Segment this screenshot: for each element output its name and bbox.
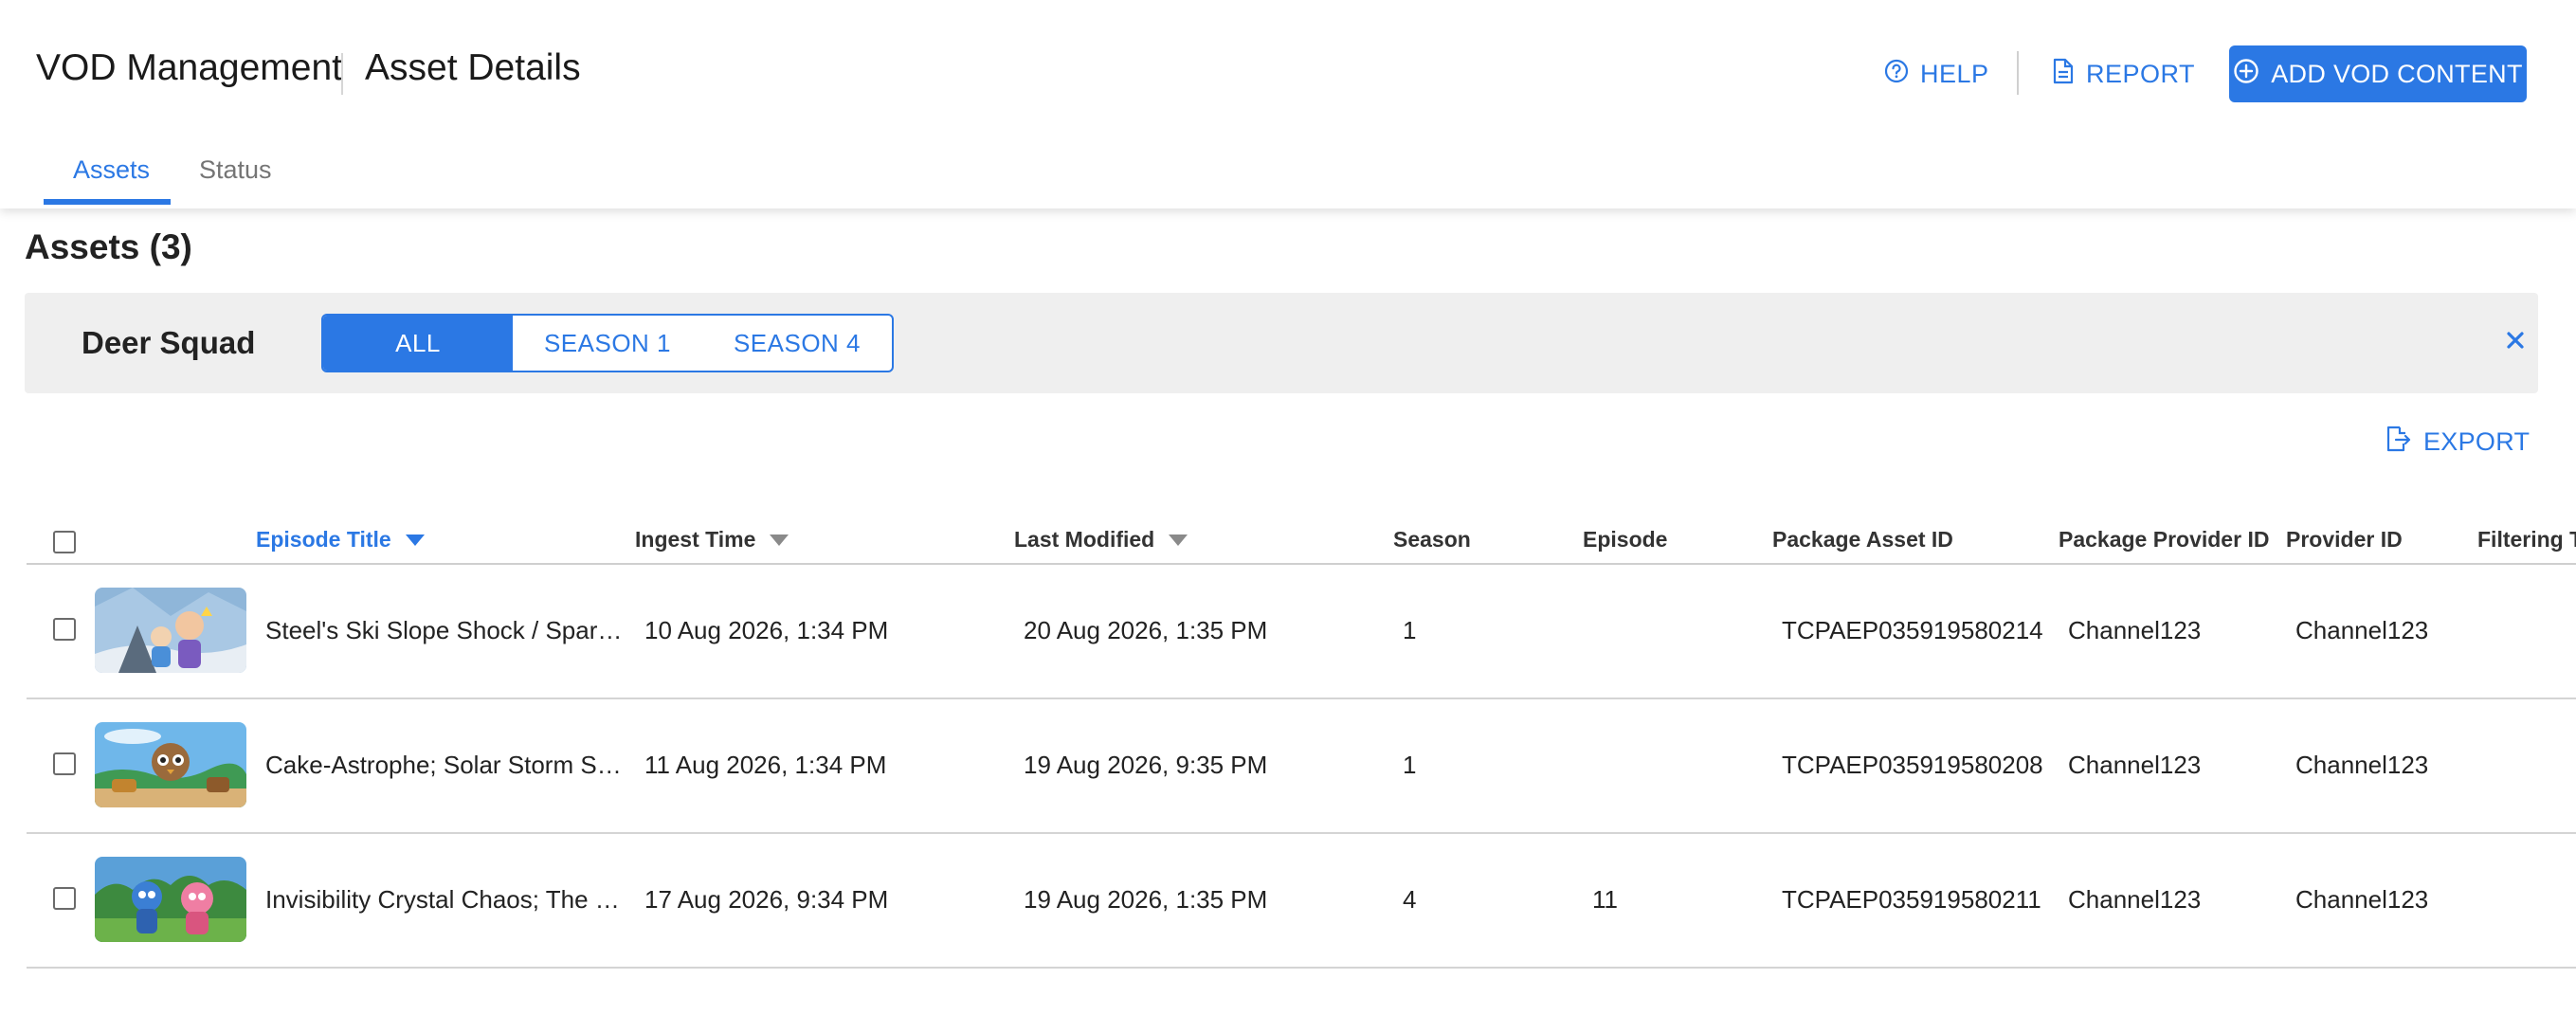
column-filtering[interactable]: Filtering T [2477,527,2576,553]
last-modified: 19 Aug 2026, 1:35 PM [1024,885,1268,914]
active-tab-indicator [44,199,171,205]
episode-title[interactable]: Invisibility Crystal Chaos; The … [265,885,644,915]
season-segmented-control: ALL SEASON 1 SEASON 4 [321,314,894,372]
episode-title[interactable]: Cake-Astrophe; Solar Storm S… [265,751,644,780]
episode-thumbnail[interactable] [95,722,246,807]
assets-heading: Assets (3) [25,227,192,266]
app-title: VOD Management [36,47,342,88]
help-link[interactable]: HELP [1884,55,1989,93]
episode-thumbnail[interactable] [95,857,246,942]
package-provider-id: Channel123 [2068,751,2202,779]
ingest-time: 11 Aug 2026, 1:34 PM [644,751,887,779]
column-season[interactable]: Season [1393,527,1471,553]
column-episode-title[interactable]: Episode Title [256,527,426,553]
help-label: HELP [1920,59,1989,88]
series-filter-bar: Deer Squad ALL SEASON 1 SEASON 4 [25,293,2538,393]
package-provider-id: Channel123 [2068,885,2202,914]
add-vod-content-label: ADD VOD CONTENT [2271,59,2523,88]
table-row[interactable]: Cake-Astrophe; Solar Storm S… 11 Aug 202… [27,699,2576,834]
plus-circle-icon [2233,58,2259,91]
export-icon [2384,425,2412,460]
table-row[interactable]: Steel's Ski Slope Shock / Spar… 10 Aug 2… [27,565,2576,699]
export-link[interactable]: EXPORT [2384,423,2530,461]
row-checkbox[interactable] [53,887,76,910]
row-checkbox[interactable] [53,618,76,641]
ingest-time: 17 Aug 2026, 9:34 PM [644,885,889,914]
episode-thumbnail[interactable] [95,588,246,673]
column-package-provider-id[interactable]: Package Provider ID [2059,527,2269,553]
report-link[interactable]: REPORT [2052,55,2195,93]
season-value: 1 [1403,751,1417,779]
sort-down-icon [405,527,426,553]
column-provider-id[interactable]: Provider ID [2286,527,2403,553]
report-label: REPORT [2086,59,2196,88]
help-icon [1884,59,1909,90]
segment-all[interactable]: ALL [323,316,513,371]
title-divider [341,53,343,95]
package-provider-id: Channel123 [2068,616,2202,644]
select-all-checkbox[interactable] [53,531,76,553]
column-last-modified[interactable]: Last Modified [1014,527,1188,553]
segment-season-1[interactable]: SEASON 1 [513,316,702,371]
table-row[interactable]: Invisibility Crystal Chaos; The … 17 Aug… [27,834,2576,969]
package-asset-id: TCPAEP035919580214 [1782,616,2043,644]
sort-down-icon [769,527,789,553]
row-checkbox[interactable] [53,752,76,775]
column-label: Ingest Time [635,527,756,552]
series-name: Deer Squad [82,325,256,360]
package-asset-id: TCPAEP035919580211 [1782,885,2041,914]
column-ingest-time[interactable]: Ingest Time [635,527,789,553]
provider-id: Channel123 [2295,885,2429,914]
column-package-asset-id[interactable]: Package Asset ID [1772,527,1953,553]
last-modified: 20 Aug 2026, 1:35 PM [1024,616,1268,644]
column-label: Episode Title [256,527,391,552]
column-episode[interactable]: Episode [1583,527,1667,553]
assets-table: Episode Title Ingest Time Last Modified … [27,521,2576,969]
last-modified: 19 Aug 2026, 9:35 PM [1024,751,1268,779]
episode-title[interactable]: Steel's Ski Slope Shock / Spar… [265,616,644,645]
header-divider [2017,51,2019,95]
add-vod-content-button[interactable]: ADD VOD CONTENT [2229,45,2527,102]
provider-id: Channel123 [2295,616,2429,644]
tab-assets[interactable]: Assets [73,155,150,185]
package-asset-id: TCPAEP035919580208 [1782,751,2043,779]
provider-id: Channel123 [2295,751,2429,779]
season-value: 1 [1403,616,1417,644]
page-header: VOD Management Asset Details HELP REPORT… [0,0,2576,208]
ingest-time: 10 Aug 2026, 1:34 PM [644,616,889,644]
sort-down-icon [1168,527,1188,553]
season-value: 4 [1403,885,1417,914]
close-icon[interactable] [2496,321,2534,359]
tab-status[interactable]: Status [199,155,272,185]
page-title: Asset Details [365,47,581,88]
table-header: Episode Title Ingest Time Last Modified … [27,521,2576,565]
segment-season-4[interactable]: SEASON 4 [702,316,892,371]
episode-value: 11 [1592,885,1618,914]
column-label: Last Modified [1014,527,1155,552]
document-icon [2052,58,2075,91]
export-label: EXPORT [2423,426,2531,456]
